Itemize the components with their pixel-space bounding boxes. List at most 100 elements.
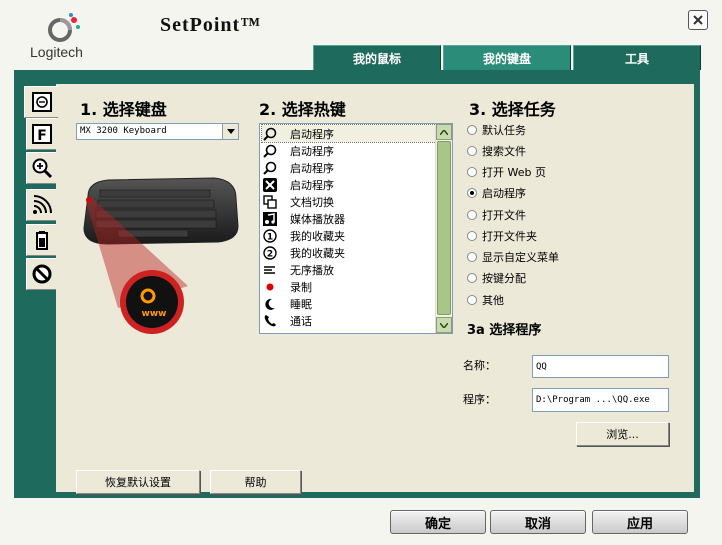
- list-item[interactable]: 1 我的收藏夹: [262, 227, 436, 244]
- close-button[interactable]: [688, 10, 708, 30]
- moon-icon: [262, 296, 278, 312]
- task-label: 其他: [482, 294, 504, 307]
- hotkey-label: 启动程序: [290, 144, 334, 158]
- task-label: 打开 Web 页: [482, 166, 546, 179]
- shuffle-icon: [262, 262, 278, 278]
- apply-button[interactable]: 应用: [592, 510, 688, 534]
- magnifier-icon: [262, 126, 278, 142]
- list-item[interactable]: 媒体播放器: [262, 210, 436, 227]
- section-select-keyboard-title: 1. 选择键盘: [80, 100, 167, 119]
- svg-text:1: 1: [267, 232, 273, 242]
- hotkey-list-scrollbar[interactable]: [435, 124, 452, 333]
- hotkey-label: 我的收藏夹: [290, 246, 345, 260]
- list-item[interactable]: 睡眠: [262, 295, 436, 312]
- name-field[interactable]: QQ: [532, 355, 669, 378]
- logitech-logo: Logitech: [30, 12, 94, 64]
- cancel-button[interactable]: 取消: [490, 510, 586, 534]
- circle-1-icon: 1: [262, 228, 278, 244]
- brand-name: Logitech: [30, 44, 83, 60]
- logitech-swirl-icon: [48, 13, 80, 42]
- task-radio-search-files[interactable]: 搜索文件: [467, 143, 526, 159]
- sidebar-fkey-button[interactable]: F: [26, 118, 56, 150]
- sidebar-battery-button[interactable]: [26, 224, 56, 256]
- svg-text:2: 2: [267, 249, 273, 259]
- list-item[interactable]: 无序播放: [262, 261, 436, 278]
- hotkey-label: 文档切换: [290, 195, 334, 209]
- restore-defaults-label: 恢复默认设置: [105, 476, 171, 489]
- task-radio-open-web[interactable]: 打开 Web 页: [467, 164, 546, 180]
- task-radio-launch-program[interactable]: 启动程序: [467, 185, 526, 201]
- radio-button[interactable]: [467, 231, 477, 241]
- program-field[interactable]: D:\Program ...\QQ.exe: [532, 388, 669, 412]
- list-item[interactable]: 2 我的收藏夹: [262, 244, 436, 261]
- list-item[interactable]: 通话: [262, 312, 436, 329]
- chevron-up-icon: [440, 129, 448, 135]
- app-title: SetPoint™: [160, 14, 262, 36]
- radio-button[interactable]: [467, 273, 477, 283]
- section-select-task-title: 3. 选择任务: [469, 100, 556, 119]
- task-label: 打开文件: [482, 209, 526, 222]
- hotkey-label: 启动程序: [290, 161, 334, 175]
- radio-button[interactable]: [467, 125, 477, 135]
- document-switch-icon: [262, 194, 278, 210]
- list-item[interactable]: 启动程序: [262, 159, 436, 176]
- scroll-thumb[interactable]: [437, 141, 451, 315]
- section-select-hotkey-title: 2. 选择热键: [259, 100, 346, 119]
- circle-2-icon: 2: [262, 245, 278, 261]
- sidebar-wireless-button[interactable]: [26, 189, 56, 221]
- scroll-up-button[interactable]: [436, 124, 452, 140]
- tab-my-keyboard[interactable]: 我的键盘: [443, 45, 571, 70]
- hotkey-label: 启动程序: [290, 127, 334, 141]
- svg-text:F: F: [37, 128, 47, 144]
- disable-icon: [32, 264, 51, 284]
- zoom-key-label: www: [142, 309, 167, 319]
- apply-label: 应用: [626, 516, 653, 532]
- chevron-down-icon[interactable]: [222, 124, 238, 139]
- help-label: 帮助: [244, 476, 267, 489]
- task-label: 搜索文件: [482, 145, 526, 158]
- list-item[interactable]: 启动程序: [261, 124, 437, 143]
- task-label: 启动程序: [482, 187, 526, 200]
- browse-button-label: 浏览...: [606, 428, 639, 441]
- phone-icon: [262, 313, 278, 329]
- ok-button[interactable]: 确定: [390, 510, 486, 534]
- task-radio-custom-menu[interactable]: 显示自定义菜单: [467, 249, 559, 265]
- restore-defaults-button[interactable]: 恢复默认设置: [76, 470, 200, 494]
- sidebar-disable-button[interactable]: [26, 258, 56, 290]
- radio-button[interactable]: [467, 167, 477, 177]
- list-item[interactable]: 录制: [262, 278, 436, 295]
- radio-button[interactable]: [467, 210, 477, 220]
- sidebar-zoom-button[interactable]: [26, 152, 56, 184]
- help-button[interactable]: 帮助: [210, 470, 301, 494]
- hotkey-label: 录制: [290, 280, 312, 294]
- keyboard-select[interactable]: MX 3200 Keyboard: [76, 123, 239, 140]
- tab-label: 我的键盘: [482, 51, 531, 66]
- radio-button[interactable]: [467, 295, 477, 305]
- radio-button-checked[interactable]: [467, 188, 477, 198]
- keyboard-select-value: MX 3200 Keyboard: [80, 126, 167, 136]
- list-item[interactable]: 文档切换: [262, 193, 436, 210]
- hotkey-list[interactable]: 启动程序 启动程序 启动程序 启动程序 文档切换 媒体播放器 1 我的收藏夹 2…: [259, 123, 453, 334]
- task-radio-other[interactable]: 其他: [467, 292, 504, 308]
- battery-icon: [35, 231, 48, 250]
- tab-tools[interactable]: 工具: [573, 45, 701, 70]
- list-item[interactable]: 启动程序: [262, 142, 436, 159]
- browse-button[interactable]: 浏览...: [576, 422, 669, 446]
- cancel-label: 取消: [524, 516, 551, 532]
- tab-my-mouse[interactable]: 我的鼠标: [313, 45, 441, 70]
- task-radio-open-folder[interactable]: 打开文件夹: [467, 228, 537, 244]
- scroll-down-button[interactable]: [436, 317, 452, 333]
- radio-button[interactable]: [467, 146, 477, 156]
- task-label: 打开文件夹: [482, 230, 537, 243]
- name-field-value: QQ: [536, 361, 547, 372]
- task-radio-open-file[interactable]: 打开文件: [467, 207, 526, 223]
- task-radio-key-assign[interactable]: 按键分配: [467, 270, 526, 286]
- task-radio-default[interactable]: 默认任务: [467, 122, 526, 138]
- list-item[interactable]: 启动程序: [262, 176, 436, 193]
- tab-label: 我的鼠标: [352, 51, 401, 66]
- ok-label: 确定: [424, 516, 451, 532]
- magnifier-icon: [262, 143, 278, 159]
- program-field-value: D:\Program ...\QQ.exe: [536, 395, 650, 405]
- sidebar-keyboard-button[interactable]: [24, 86, 58, 118]
- radio-button[interactable]: [467, 252, 477, 262]
